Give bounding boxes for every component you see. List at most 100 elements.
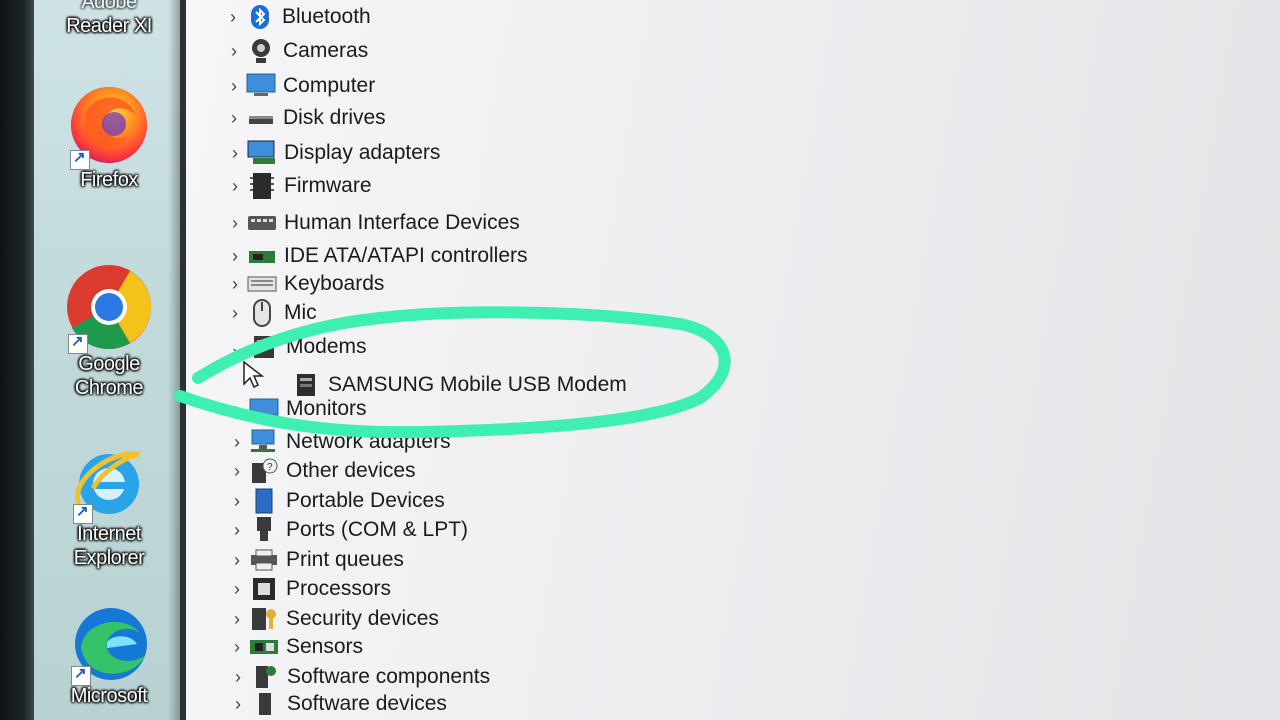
- tree-item-other-devices[interactable]: › ? Other devices: [226, 456, 416, 486]
- tree-item-ide-controllers[interactable]: › IDE ATA/ATAPI controllers: [224, 241, 528, 271]
- desktop-icon-internet-explorer[interactable]: Internet Explorer: [48, 442, 170, 570]
- chevron-right-icon[interactable]: ›: [224, 274, 246, 295]
- desktop-icon-label: Google: [78, 353, 140, 375]
- internet-explorer-icon: [69, 442, 149, 524]
- tree-item-software-components[interactable]: › Software components: [227, 662, 490, 692]
- desktop-icon-reader[interactable]: Adobe Reader XI: [48, 0, 170, 38]
- tree-item-display-adapters[interactable]: › Display adapters: [224, 138, 440, 168]
- tree-item-label: Human Interface Devices: [284, 211, 520, 234]
- disk-drive-icon: [245, 106, 277, 130]
- ide-controller-icon: [246, 244, 278, 268]
- tree-item-security-devices[interactable]: › Security devices: [226, 604, 439, 634]
- mouse-icon: [246, 299, 278, 327]
- software-device-icon: [249, 692, 281, 716]
- tree-item-label: Software components: [287, 665, 491, 688]
- device-manager-tree: › Bluetooth › Cameras › Computer › Disk …: [180, 0, 1280, 720]
- sensor-icon: [248, 635, 280, 659]
- desktop-icon-label: Explorer: [73, 547, 145, 569]
- desktop-icon-label: Internet: [77, 523, 141, 545]
- chevron-right-icon[interactable]: ›: [222, 7, 244, 28]
- tree-item-computer[interactable]: › Computer: [223, 71, 375, 101]
- tree-item-label: Other devices: [286, 459, 416, 482]
- desktop-icon-label: Adobe: [81, 0, 137, 13]
- hid-icon: [246, 211, 278, 235]
- tree-item-processors[interactable]: › Processors: [226, 574, 391, 604]
- network-adapter-icon: [248, 429, 280, 454]
- tree-item-label: Mic: [284, 301, 317, 324]
- tree-item-human-interface-devices[interactable]: › Human Interface Devices: [224, 208, 520, 238]
- chevron-right-icon[interactable]: ›: [224, 246, 246, 267]
- mouse-cursor-icon: [243, 360, 265, 389]
- printer-icon: [248, 548, 280, 572]
- tree-item-label: Security devices: [286, 607, 439, 630]
- tree-item-portable-devices[interactable]: › Portable Devices: [226, 486, 445, 516]
- tree-item-label: Processors: [286, 577, 392, 600]
- tree-item-label: Disk drives: [283, 106, 386, 129]
- tree-item-label: Network adapters: [286, 430, 451, 453]
- tree-item-keyboards[interactable]: › Keyboards: [224, 269, 384, 299]
- tree-item-label: SAMSUNG Mobile USB Modem: [328, 373, 627, 396]
- shortcut-arrow-icon: [70, 148, 90, 170]
- tree-item-network-adapters[interactable]: › Network adapters: [226, 427, 451, 457]
- chevron-right-icon[interactable]: ›: [226, 432, 248, 453]
- tree-item-modems[interactable]: ⌄ Modems: [226, 332, 367, 362]
- tree-item-label: Portable Devices: [286, 489, 445, 512]
- desktop-icon-edge[interactable]: Microsoft: [48, 604, 170, 708]
- camera-icon: [245, 39, 277, 63]
- chevron-right-icon[interactable]: ›: [224, 176, 246, 197]
- chevron-right-icon[interactable]: ›: [226, 399, 248, 420]
- tree-item-mice[interactable]: › Mic: [224, 298, 317, 328]
- tree-item-label: Firmware: [284, 174, 372, 197]
- chevron-right-icon[interactable]: ›: [223, 108, 245, 129]
- tree-item-label: Cameras: [283, 39, 369, 62]
- chevron-right-icon[interactable]: ›: [227, 667, 249, 688]
- desktop-icon-firefox[interactable]: Firefox: [48, 82, 170, 192]
- tree-item-sensors[interactable]: › Sensors: [226, 632, 363, 662]
- chevron-right-icon[interactable]: ›: [226, 491, 248, 512]
- chevron-right-icon[interactable]: ›: [226, 520, 248, 541]
- computer-icon: [245, 73, 277, 98]
- chevron-down-icon[interactable]: ⌄: [226, 337, 248, 358]
- edge-icon: [67, 604, 151, 686]
- chevron-right-icon[interactable]: ›: [227, 694, 249, 715]
- desktop-icon-label: Reader XI: [66, 15, 152, 37]
- tree-item-label: Print queues: [286, 548, 404, 571]
- tree-item-software-devices[interactable]: › Software devices: [227, 689, 447, 719]
- chevron-right-icon[interactable]: ›: [226, 550, 248, 571]
- shortcut-arrow-icon: [68, 332, 88, 354]
- chevron-right-icon[interactable]: ›: [226, 579, 248, 600]
- tree-item-label: Modems: [286, 335, 367, 358]
- chevron-right-icon[interactable]: ›: [224, 213, 246, 234]
- chevron-right-icon[interactable]: ›: [223, 76, 245, 97]
- tree-item-label: IDE ATA/ATAPI controllers: [284, 244, 528, 267]
- tree-item-label: Sensors: [286, 635, 364, 658]
- tree-item-disk-drives[interactable]: › Disk drives: [223, 103, 386, 133]
- chevron-right-icon[interactable]: ›: [224, 143, 246, 164]
- tree-item-label: Monitors: [286, 397, 367, 420]
- tree-item-ports[interactable]: › Ports (COM & LPT): [226, 515, 468, 545]
- tree-item-cameras[interactable]: › Cameras: [223, 36, 368, 66]
- chevron-right-icon[interactable]: ›: [226, 609, 248, 630]
- tree-item-label: Computer: [283, 74, 376, 97]
- chevron-right-icon[interactable]: ›: [226, 461, 248, 482]
- bluetooth-icon: [244, 5, 276, 29]
- firmware-icon: [246, 173, 278, 199]
- desktop-icon-chrome[interactable]: Google Chrome: [48, 262, 170, 400]
- software-component-icon: [249, 665, 281, 689]
- chevron-right-icon[interactable]: ›: [223, 41, 245, 62]
- tree-item-print-queues[interactable]: › Print queues: [226, 545, 404, 575]
- tree-item-monitors[interactable]: › Monitors: [226, 394, 367, 424]
- tree-item-label: Display adapters: [284, 141, 441, 164]
- shortcut-arrow-icon: [71, 664, 91, 686]
- modem-icon: [248, 335, 280, 359]
- processor-icon: [248, 577, 280, 601]
- tree-item-bluetooth[interactable]: › Bluetooth: [222, 2, 371, 32]
- keyboard-icon: [246, 272, 278, 296]
- desktop-icon-label: Chrome: [74, 377, 144, 399]
- chevron-right-icon[interactable]: ›: [226, 637, 248, 658]
- tree-item-firmware[interactable]: › Firmware: [224, 171, 372, 201]
- desktop-strip: Adobe Reader XI Firefox: [34, 0, 180, 720]
- monitor-icon: [248, 397, 280, 421]
- desktop-icon-label: Microsoft: [70, 685, 148, 707]
- chevron-right-icon[interactable]: ›: [224, 303, 246, 324]
